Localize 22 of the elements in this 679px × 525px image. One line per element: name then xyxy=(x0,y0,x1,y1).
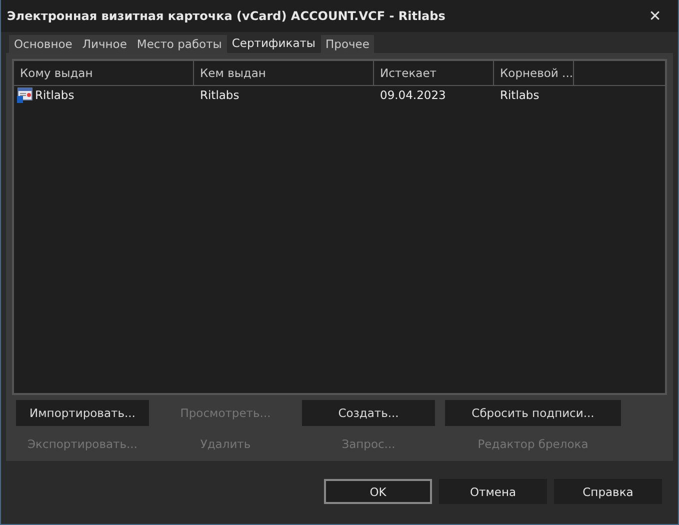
window-title: Электронная визитная карточка (vCard) ACCOUNT.VCF - Ritlabs xyxy=(7,9,446,23)
tab[interactable]: Прочее xyxy=(320,35,374,53)
action-button[interactable]: Сбросить подписи... xyxy=(445,400,621,426)
tab[interactable]: Личное xyxy=(77,35,132,53)
close-button[interactable]: ✕ xyxy=(632,0,678,32)
table-cell: Ritlabs xyxy=(35,88,74,102)
table-cell-text: 09.04.2023 xyxy=(379,87,447,104)
column-header[interactable]: Кем выдан xyxy=(194,61,374,85)
column-header[interactable]: Истекает xyxy=(374,61,494,85)
tab[interactable]: Место работы xyxy=(132,35,227,53)
action-button[interactable]: Создать... xyxy=(302,400,435,426)
certificate-icon xyxy=(17,87,33,103)
dialog-button[interactable]: Отмена xyxy=(439,479,547,504)
table-row[interactable]: Ritlabs Ritlabs 09.04.2023 Ritlabs xyxy=(14,86,665,104)
action-button[interactable]: Импортировать... xyxy=(16,400,149,426)
table-cell-text: Ritlabs xyxy=(499,87,540,104)
column-header[interactable]: Кому выдан xyxy=(14,61,194,85)
column-header[interactable]: Корневой ... xyxy=(494,61,574,85)
dialog-button[interactable]: OK xyxy=(324,479,432,504)
tab[interactable]: Основное xyxy=(9,35,78,53)
dialog-button[interactable]: Справка xyxy=(554,479,662,504)
table-cell-text: Ritlabs xyxy=(199,87,240,104)
